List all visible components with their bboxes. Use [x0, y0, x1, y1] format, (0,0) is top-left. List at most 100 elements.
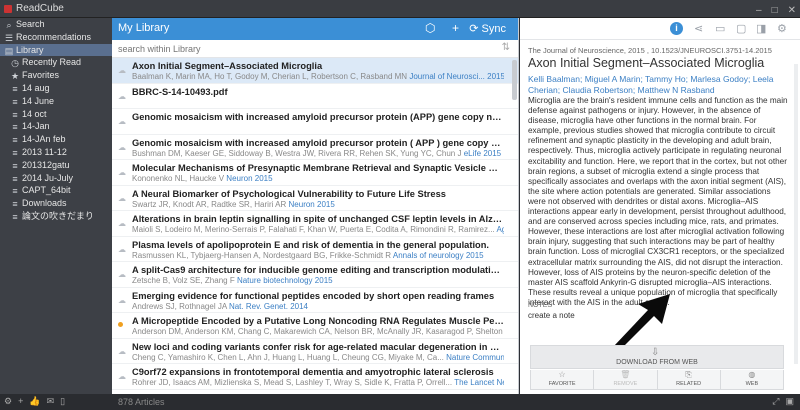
- article-row[interactable]: A Micropeptide Encoded by a Putative Lon…: [112, 313, 518, 339]
- article-row[interactable]: ☁ Molecular Mechanisms of Presynaptic Mem…: [112, 160, 518, 186]
- action-web-button[interactable]: ◍ WEB: [720, 370, 783, 389]
- box-icon[interactable]: ⬡: [425, 21, 435, 35]
- sidebar-item[interactable]: ≡ 14 June: [0, 95, 112, 108]
- app-title: ReadCube: [16, 3, 64, 14]
- sidebar-item[interactable]: ≡ 論文の吹きだまり: [0, 210, 112, 223]
- sidebar-item[interactable]: ≡ 2013 11-12: [0, 146, 112, 159]
- article-row-title: Genomic mosaicism with increased amyloid…: [132, 112, 504, 122]
- share-icon[interactable]: ⋖: [694, 22, 703, 35]
- comment-icon[interactable]: ▢: [736, 22, 746, 35]
- article-row-year: 2015: [254, 174, 273, 183]
- article-row-journal: The Lancet Neurology: [454, 378, 504, 387]
- gear-icon[interactable]: ⚙: [777, 22, 787, 35]
- sidebar-item[interactable]: ≡ 14-JAn feb: [0, 133, 112, 146]
- cloud-icon: ☁: [118, 91, 126, 101]
- article-row-title: Genomic mosaicism with increased amyloid…: [132, 137, 504, 148]
- article-row-year: 2015: [487, 72, 504, 81]
- detail-scrollbar[interactable]: [794, 64, 798, 364]
- sidebar-item[interactable]: ◷ Recently Read: [0, 56, 112, 69]
- library-search-input[interactable]: [118, 42, 488, 56]
- sidebar-item[interactable]: ≡ CAPT_64bit: [0, 184, 112, 197]
- unread-dot-icon: [118, 322, 123, 327]
- article-row[interactable]: ☁ Genomic mosaicism with increased amyloi…: [112, 135, 518, 160]
- add-folder-icon[interactable]: +: [18, 396, 23, 407]
- article-row-title: A Micropeptide Encoded by a Putative Lon…: [132, 316, 504, 326]
- gear-icon[interactable]: ⚙: [4, 396, 12, 407]
- sidebar-item[interactable]: ≡ 201312gatu: [0, 159, 112, 172]
- sidebar-item[interactable]: ≡ 14 oct: [0, 108, 112, 121]
- article-row-meta: Bushman DM, Kaeser GE, Siddoway B, Westr…: [132, 149, 504, 159]
- article-row-authors: Zetsche B, Volz SE, Zhang F: [132, 276, 235, 285]
- article-row-meta: Andrews SJ, Rothnagel JA Nat. Rev. Genet…: [132, 302, 504, 312]
- fullscreen-icon[interactable]: ⤢: [772, 396, 779, 407]
- cloud-icon: ☁: [118, 295, 126, 305]
- sidebar-item[interactable]: ≡ 2014 Ju-July: [0, 172, 112, 185]
- sidebar-item[interactable]: ≡ 14 aug: [0, 82, 112, 95]
- article-row-meta: Kononenko NL, Haucke V Neuron 2015: [132, 174, 504, 184]
- sort-icon[interactable]: ⇅: [502, 42, 510, 53]
- sidebar-item-label: 14-JAn feb: [22, 134, 66, 145]
- sidebar-item-label: Recently Read: [22, 57, 82, 68]
- sidebar-item-label: Downloads: [22, 198, 67, 209]
- library-title: My Library: [118, 22, 170, 34]
- article-row-authors: Anderson DM, Anderson KM, Chang C, Makar…: [132, 327, 504, 336]
- article-row[interactable]: ☁ Genomic mosaicism with increased amyloi…: [112, 109, 518, 135]
- detail-toolbar: i ⋖ ▭ ▢ ◨ ⚙: [520, 18, 800, 40]
- article-row[interactable]: ☁ Axon Initial Segment–Associated Microgl…: [112, 58, 518, 84]
- sidebar-item[interactable]: ⌕ Search: [0, 18, 112, 31]
- sidebar-item[interactable]: ≡ Downloads: [0, 197, 112, 210]
- article-row-meta: Rasmussen KL, Tybjaerg-Hansen A, Nordest…: [132, 251, 504, 261]
- article-row-authors: Andrews SJ, Rothnagel JA: [132, 301, 227, 311]
- article-list: ☁ Axon Initial Segment–Associated Microgl…: [112, 58, 518, 390]
- article-row-meta: Swartz JR, Knodt AR, Radtke SR, Hariri A…: [132, 200, 504, 210]
- lock-icon[interactable]: ▯: [60, 396, 65, 407]
- action-label: RELATED: [676, 381, 702, 387]
- article-row-title: A Neural Biomarker of Psychological Vuln…: [132, 188, 446, 199]
- thumbs-up-icon[interactable]: 👍: [29, 396, 40, 407]
- action-related-button[interactable]: ⎘ RELATED: [657, 370, 721, 389]
- article-row[interactable]: ☁ C9orf72 expansions in frontotemporal de…: [112, 364, 518, 390]
- sidebar-item-label: CAPT_64bit: [22, 185, 71, 196]
- sidebar-item[interactable]: ≡ 14-Jan: [0, 120, 112, 133]
- article-row[interactable]: ☁ Plasma levels of apolipoprotein E and r…: [112, 237, 518, 262]
- create-note-link[interactable]: create a note: [528, 311, 575, 320]
- article-abstract: Microglia are the brain's resident immun…: [528, 96, 788, 307]
- action-label: REMOVE: [613, 381, 638, 387]
- article-row[interactable]: ☁ BBRC-S-14-10493.pdf: [112, 84, 518, 109]
- cloud-icon: ☁: [118, 117, 126, 126]
- article-row-title: C9orf72 expansions in frontotemporal dem…: [132, 367, 494, 377]
- download-from-web-button[interactable]: ⇩ DOWNLOAD FROM WEB: [530, 345, 784, 369]
- download-label: DOWNLOAD FROM WEB: [616, 359, 698, 366]
- article-row-title: Alterations in brain leptin signalling i…: [132, 214, 504, 224]
- related-icon: ⎘: [685, 370, 692, 379]
- mail-icon[interactable]: ✉: [47, 396, 55, 407]
- trash-icon: 🗑: [620, 370, 631, 379]
- article-authors[interactable]: Kelli Baalman; Miguel A Marin; Tammy Ho;…: [528, 74, 790, 95]
- article-row[interactable]: ☁ A split-Cas9 architecture for inducible…: [112, 262, 518, 288]
- article-row[interactable]: ☁ Emerging evidence for functional peptid…: [112, 288, 518, 313]
- list-icon: ≡: [12, 211, 18, 222]
- article-row[interactable]: ☁ Alterations in brain leptin signalling …: [112, 211, 518, 237]
- bookmark-icon[interactable]: ◨: [756, 22, 766, 35]
- article-row-meta: Anderson DM, Anderson KM, Chang C, Makar…: [132, 327, 504, 337]
- action-favorite-button[interactable]: ☆ FAVORITE: [531, 370, 595, 389]
- detail-action-row: ☆ FAVORITE 🗑 REMOVE ⎘ RELATED ◍ WEB: [530, 370, 784, 390]
- article-row[interactable]: ☁ A Neural Biomarker of Psychological Vul…: [112, 186, 518, 211]
- info-icon[interactable]: i: [670, 22, 683, 35]
- cloud-icon: ☁: [118, 66, 126, 75]
- expand-icon[interactable]: ▣: [785, 396, 794, 407]
- document-icon[interactable]: ▭: [715, 22, 725, 35]
- notes-label: NOTES: [528, 302, 553, 309]
- library-scrollbar[interactable]: [512, 60, 517, 100]
- add-button[interactable]: +: [452, 21, 459, 35]
- sidebar-item[interactable]: ★ Favorites: [0, 69, 112, 82]
- article-row-authors: Bushman DM, Kaeser GE, Siddoway B, Westr…: [132, 148, 462, 158]
- article-row-title: A split-Cas9 architecture for inducible …: [132, 265, 504, 275]
- library-header: My Library ⬡ + ⟳ Sync: [112, 18, 518, 40]
- sync-button[interactable]: ⟳ Sync: [469, 22, 506, 35]
- sidebar-item[interactable]: ▤ Library: [0, 43, 112, 57]
- article-row-title: BBRC-S-14-10493.pdf: [132, 86, 228, 97]
- article-row[interactable]: ☁ New loci and coding variants confer ris…: [112, 339, 518, 364]
- arrow-annotation-icon: [614, 294, 670, 350]
- sidebar-item[interactable]: ☰ Recommendations: [0, 31, 112, 44]
